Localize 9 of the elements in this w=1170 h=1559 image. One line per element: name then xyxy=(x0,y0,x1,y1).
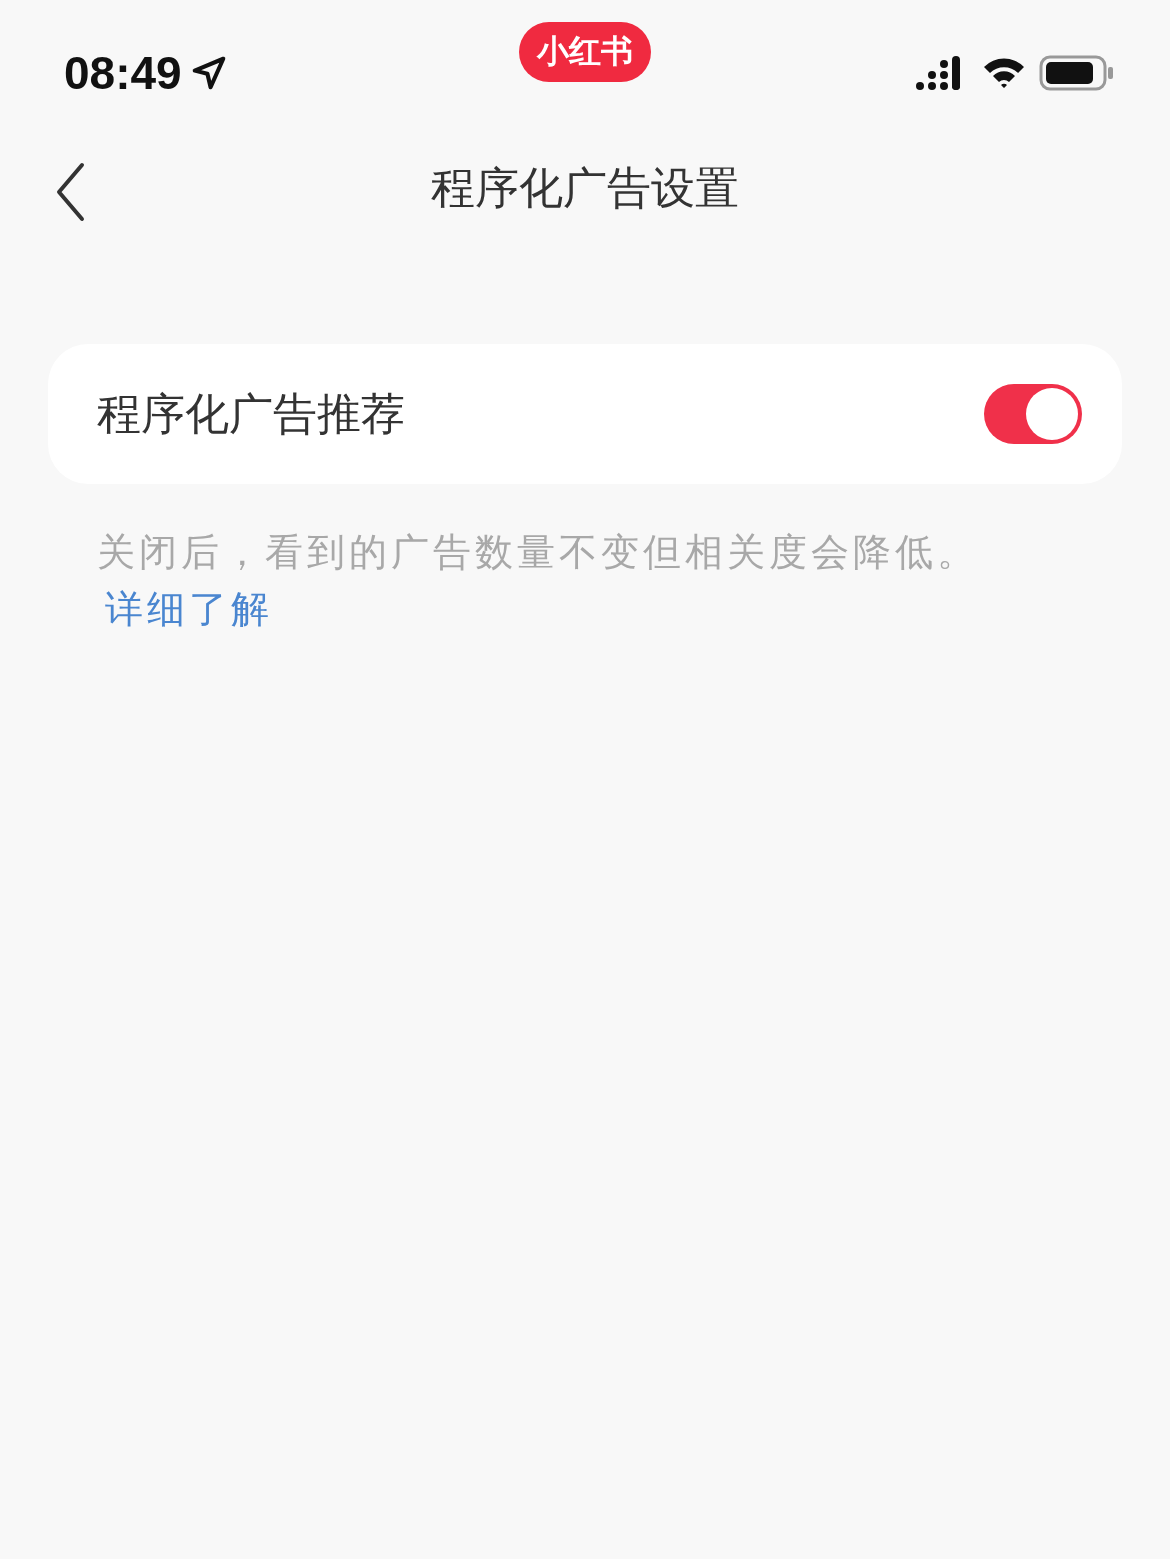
page-title: 程序化广告设置 xyxy=(431,160,739,215)
setting-label: 程序化广告推荐 xyxy=(97,386,405,441)
battery-icon xyxy=(1039,54,1115,92)
status-time: 08:49 xyxy=(64,46,182,100)
toggle-switch[interactable] xyxy=(984,384,1082,444)
back-icon[interactable] xyxy=(55,162,85,222)
app-badge: 小红书 xyxy=(519,22,651,82)
hint-text: 关闭后，看到的广告数量不变但相关度会降低。 详细了解 xyxy=(97,529,980,633)
learn-more-link[interactable]: 详细了解 xyxy=(105,587,273,631)
